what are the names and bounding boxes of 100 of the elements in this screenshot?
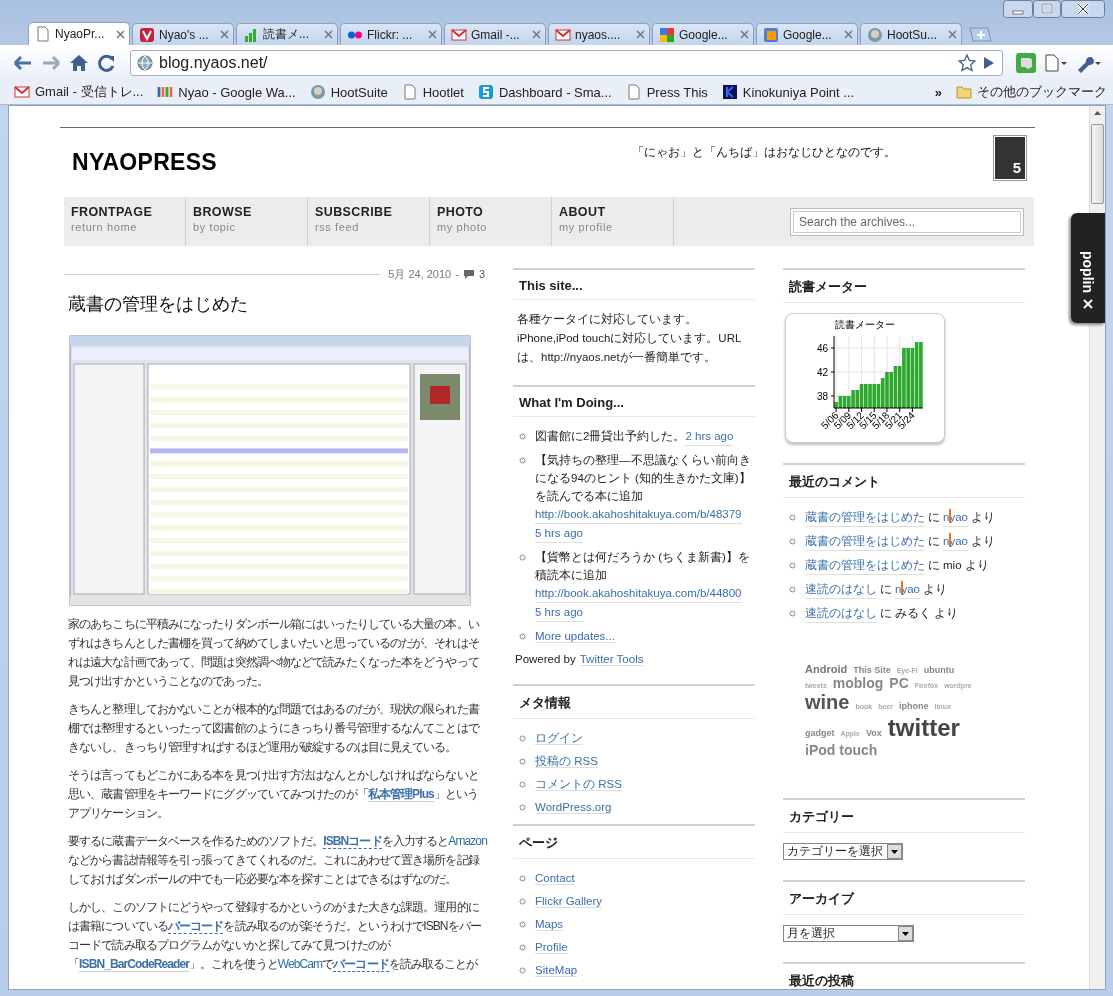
tag-link[interactable]: ubuntu — [923, 665, 955, 675]
link[interactable]: 速読のはなし — [805, 604, 877, 623]
link[interactable]: 投稿の RSS — [535, 755, 598, 768]
tag-link[interactable]: PC — [889, 675, 909, 691]
star-icon[interactable] — [958, 54, 976, 72]
browser-tab[interactable]: Nyao's ... — [132, 23, 234, 45]
post-title[interactable]: 蔵書の管理をはじめた — [68, 292, 485, 316]
nav-item[interactable]: BROWSE by topic — [186, 197, 308, 246]
link[interactable]: Contact — [535, 872, 575, 885]
comment-count-link[interactable]: 3 — [478, 268, 485, 280]
maximize-icon[interactable] — [1033, 0, 1061, 18]
widget-title: アーカイブ — [783, 880, 1025, 915]
widget-title: 最近の投稿 — [783, 962, 1025, 989]
bookmark[interactable]: Hootlet — [401, 84, 464, 100]
browser-tab[interactable]: Google... — [756, 23, 858, 45]
widget-title: ページ — [513, 824, 755, 859]
browser-tab[interactable]: nyaos.... — [548, 23, 650, 45]
link[interactable]: 蔵書の管理をはじめた — [805, 532, 925, 551]
comment-count: 5 — [995, 137, 1025, 179]
tag-link[interactable]: gadget — [805, 728, 835, 738]
more-bookmarks-button[interactable]: » — [934, 84, 942, 100]
tag-link[interactable]: This Site — [853, 665, 891, 675]
paragraph: そうは言ってもどこかにある本を見つけ出す方法はなんとかしなければならないと思い、蔵書管理をキーワードにググッていてみつけたのが「私本管理Plus」というアプリケーション。 — [68, 767, 480, 822]
bar-chart-icon — [243, 26, 259, 43]
link[interactable]: Twitter Tools — [579, 653, 644, 666]
comment-text: より — [970, 534, 995, 549]
time-link[interactable]: 5 hrs ago — [535, 524, 583, 543]
link[interactable]: WebCam — [277, 957, 323, 971]
tag-link[interactable]: iPod touch — [805, 742, 878, 758]
browser-tab[interactable]: Flickr: ... — [340, 23, 442, 45]
nav-item[interactable]: SUBSCRIBE rss feed — [308, 197, 430, 246]
bookmark[interactable]: Gmail - 受信トレ... — [14, 83, 144, 101]
dropdown[interactable]: カテゴリーを選択 — [783, 843, 903, 860]
bookmark[interactable]: HootSuite — [309, 84, 388, 100]
link[interactable]: 私本管理Plus — [367, 787, 434, 802]
browser-tab[interactable]: Google... — [652, 23, 754, 45]
scrollbar-thumb[interactable] — [1091, 124, 1104, 204]
widget-title: カテゴリー — [783, 798, 1025, 833]
home-icon[interactable] — [68, 53, 90, 73]
tag-link[interactable]: twitter — [887, 714, 960, 742]
browser-tab[interactable]: Gmail -... — [444, 23, 546, 45]
link[interactable]: ログイン — [535, 732, 583, 745]
dropdown[interactable]: 月を選択 — [783, 925, 914, 942]
bullet-icon — [789, 586, 796, 593]
bookmark[interactable]: Dashboard - Sma... — [477, 84, 612, 100]
browser-tab[interactable]: NyaoPr... — [28, 22, 130, 45]
bullet-icon — [519, 554, 526, 561]
comment-text: に — [880, 582, 892, 597]
bullet-icon — [519, 457, 526, 464]
bullet-icon — [519, 875, 526, 882]
close-icon[interactable] — [1061, 0, 1105, 18]
site-title[interactable]: NYAOPRESS — [60, 135, 632, 176]
nav-item[interactable]: PHOTO my photo — [430, 197, 552, 246]
browser-tab[interactable]: 読書メ... — [236, 23, 338, 45]
new-tab-icon[interactable] — [968, 27, 992, 42]
link[interactable]: コメントの RSS — [535, 778, 622, 791]
tag-link[interactable]: Android — [805, 663, 848, 675]
tag-link[interactable]: moblog — [832, 675, 884, 691]
link[interactable]: 蔵書の管理をはじめた — [805, 508, 925, 527]
keyword-link[interactable]: バーコード — [333, 957, 389, 972]
widget-title: 最近のコメント — [783, 463, 1025, 498]
tag-link[interactable]: wine — [805, 691, 850, 714]
link[interactable]: ISBN_BarCodeReader — [79, 957, 189, 972]
tag-link[interactable]: Vox — [865, 728, 882, 738]
bullet-icon — [519, 781, 526, 788]
search-field[interactable]: Search the archives... — [790, 208, 1024, 236]
link[interactable]: WordPress.org — [535, 801, 612, 814]
minimize-icon[interactable] — [1003, 0, 1033, 18]
time-link[interactable]: 2 hrs ago — [685, 427, 734, 446]
bookmark[interactable]: Press This — [625, 84, 708, 100]
browser-tab[interactable]: HootSu... — [860, 23, 962, 45]
keyword-link[interactable]: ISBNコード — [323, 834, 382, 849]
nav-item[interactable]: FRONTPAGE return home — [64, 197, 186, 246]
play-icon[interactable] — [982, 55, 996, 71]
paragraph: きちんと整理しておかないことが根本的な問題ではあるのだが、現状の限られた書棚では整理するといったって図書館のようにきっちり番号管理するなんてことはできないし、きっちり管理すればするほど運用が破綻するのは目に見えている。 — [68, 701, 481, 756]
link[interactable]: 速読のはなし — [805, 580, 877, 599]
popin-tab[interactable]: poplin — [1071, 213, 1105, 323]
link[interactable]: More updates... — [535, 630, 615, 643]
link[interactable]: Amazon — [448, 834, 487, 848]
bookmark-folder[interactable]: その他のブックマーク — [956, 83, 1107, 101]
link[interactable]: SiteMap — [535, 964, 578, 977]
nav-item[interactable]: ABOUT my profile — [552, 197, 674, 246]
page-menu-icon[interactable] — [1043, 53, 1069, 73]
link[interactable]: Flickr Gallery — [535, 895, 603, 908]
bookmark[interactable]: Nyao - Google Wa... — [157, 84, 296, 100]
link[interactable]: http://book.akahoshitakuya.com/b/48379 — [535, 505, 742, 524]
comment-text: より — [964, 558, 989, 573]
link[interactable]: 蔵書の管理をはじめた — [805, 556, 925, 575]
tag-link[interactable]: iphone — [899, 701, 929, 711]
forward-icon[interactable] — [40, 53, 62, 73]
chart-title: 読書メーター — [835, 319, 895, 330]
link[interactable]: http://book.akahoshitakuya.com/b/44800 — [535, 584, 742, 603]
keyword-link[interactable]: バーコード — [167, 919, 224, 934]
link[interactable]: Maps — [535, 918, 564, 931]
paragraph: しかし、このソフトにどうやって登録するかというのがまた大きな課題。運用的には書籍についているバーコードを読み取るのが楽そうだ。というわけでISBNをバーコードで読み取るプログラムがないかと探してみて見つけたのが「ISBN_BarCodeReader」。これを使うとWebCamでバーコードを読み取ることが — [68, 899, 482, 974]
back-icon[interactable] — [12, 53, 34, 73]
link[interactable]: Profile — [535, 941, 568, 954]
address-bar[interactable]: blog.nyaos.net/ — [130, 50, 1003, 76]
bookmark[interactable]: Kinokuniya Point ... — [721, 84, 855, 100]
time-link[interactable]: 5 hrs ago — [535, 603, 583, 622]
